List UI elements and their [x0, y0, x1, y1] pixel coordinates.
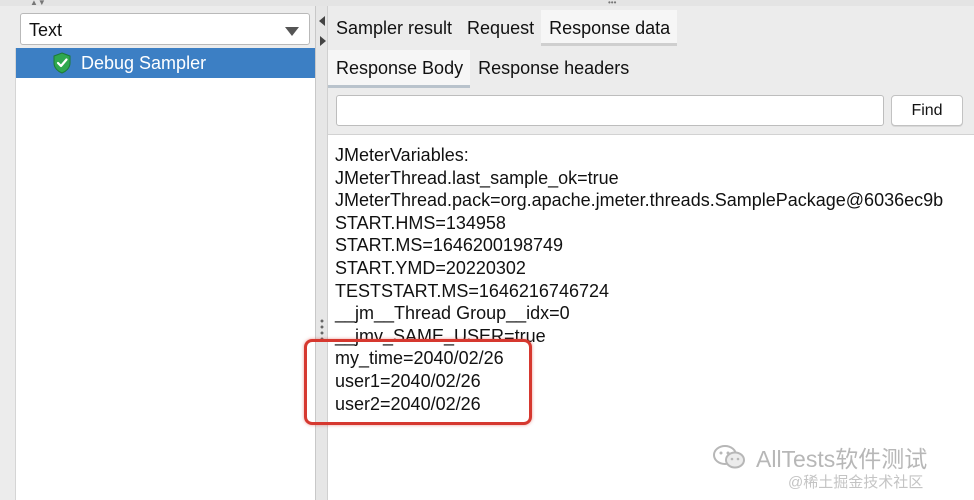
tab-sampler-result[interactable]: Sampler result	[328, 10, 459, 46]
tree-item-debug-sampler[interactable]: Debug Sampler	[16, 48, 315, 78]
result-detail-panel: Sampler result Request Response data Res…	[304, 6, 974, 500]
response-line: JMeterVariables:	[335, 145, 469, 165]
tree-item-label: Debug Sampler	[81, 53, 207, 73]
response-line: __jm__Thread Group__idx=0	[335, 303, 570, 324]
main-tabs: Sampler result Request Response data	[328, 10, 678, 46]
tab-request[interactable]: Request	[459, 10, 541, 46]
find-button[interactable]: Find	[891, 95, 963, 126]
chevron-down-icon[interactable]	[285, 27, 299, 36]
watermark: AllTests软件测试	[712, 442, 927, 472]
tab-response-data[interactable]: Response data	[541, 10, 678, 46]
search-input[interactable]	[336, 95, 884, 126]
results-tree: Debug Sampler	[15, 48, 315, 500]
success-shield-icon	[53, 52, 71, 74]
response-line: START.YMD=20220302	[335, 257, 526, 278]
response-line: START.MS=1646200198749	[335, 235, 563, 256]
annotation-highlight-box	[304, 339, 532, 425]
vertical-splitter[interactable]	[315, 6, 328, 500]
search-row: Find	[328, 90, 974, 132]
renderer-select-value: Text	[29, 20, 63, 40]
response-line: JMeterThread.pack=org.apache.jmeter.thre…	[335, 190, 944, 211]
collapse-left-icon[interactable]	[319, 16, 325, 26]
drag-grip-icon[interactable]	[320, 318, 324, 340]
expand-right-icon[interactable]	[320, 36, 326, 46]
tab-response-body[interactable]: Response Body	[328, 50, 471, 88]
watermark-text: AllTests软件测试	[756, 446, 928, 472]
tab-response-headers[interactable]: Response headers	[470, 50, 636, 88]
response-line: TESTSTART.MS=1646216746724	[335, 280, 609, 301]
response-line: JMeterThread.last_sample_ok=true	[335, 167, 619, 188]
renderer-select[interactable]: Text	[20, 13, 310, 45]
results-tree-panel: Text Debug Sampler	[0, 6, 315, 500]
wechat-icon	[713, 445, 745, 469]
response-line: START.HMS=134958	[335, 212, 506, 233]
response-sub-tabs: Response Body Response headers	[328, 50, 636, 88]
watermark-sub: @稀土掘金技术社区	[788, 474, 924, 491]
